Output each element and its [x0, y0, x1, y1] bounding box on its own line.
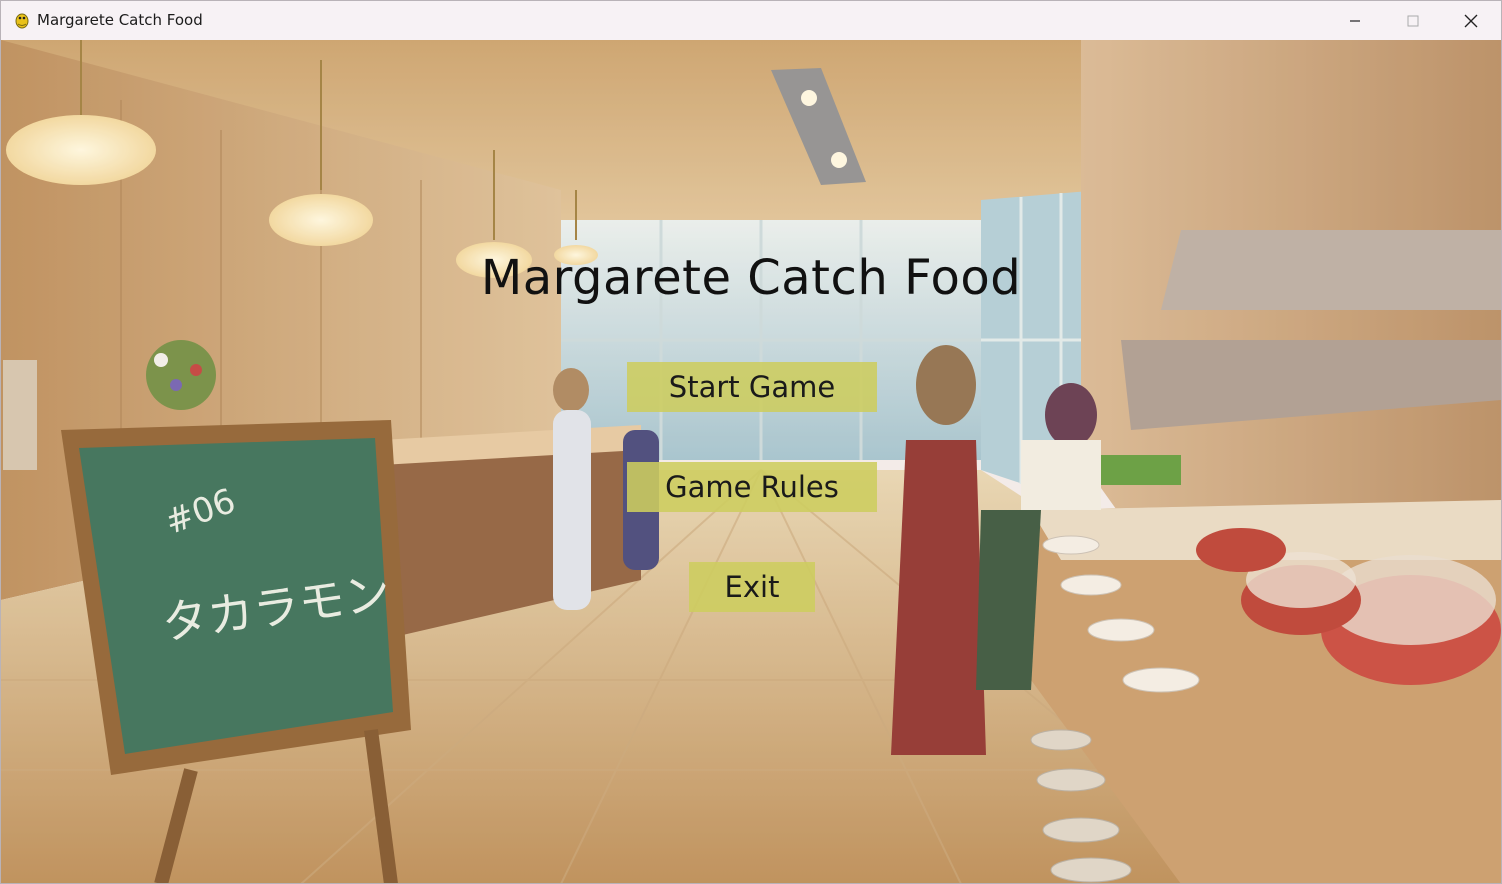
app-window: Margarete Catch Food #06 タカラモン Margarete…	[0, 0, 1502, 884]
minimize-button[interactable]	[1326, 1, 1384, 40]
maximize-button[interactable]	[1384, 1, 1442, 40]
game-rules-button[interactable]: Game Rules	[627, 462, 877, 512]
title-bar[interactable]: Margarete Catch Food	[1, 1, 1501, 40]
exit-button[interactable]: Exit	[689, 562, 815, 612]
window-title: Margarete Catch Food	[37, 11, 203, 29]
minimize-icon	[1350, 19, 1360, 22]
python-snake-icon	[15, 13, 29, 29]
game-canvas[interactable]: #06 タカラモン Margarete Catch Food Start Gam…	[1, 40, 1501, 883]
start-game-button[interactable]: Start Game	[627, 362, 877, 412]
close-button[interactable]	[1442, 1, 1500, 40]
close-icon	[1464, 14, 1478, 27]
game-title: Margarete Catch Food	[480, 250, 1022, 306]
maximize-icon	[1407, 15, 1419, 26]
